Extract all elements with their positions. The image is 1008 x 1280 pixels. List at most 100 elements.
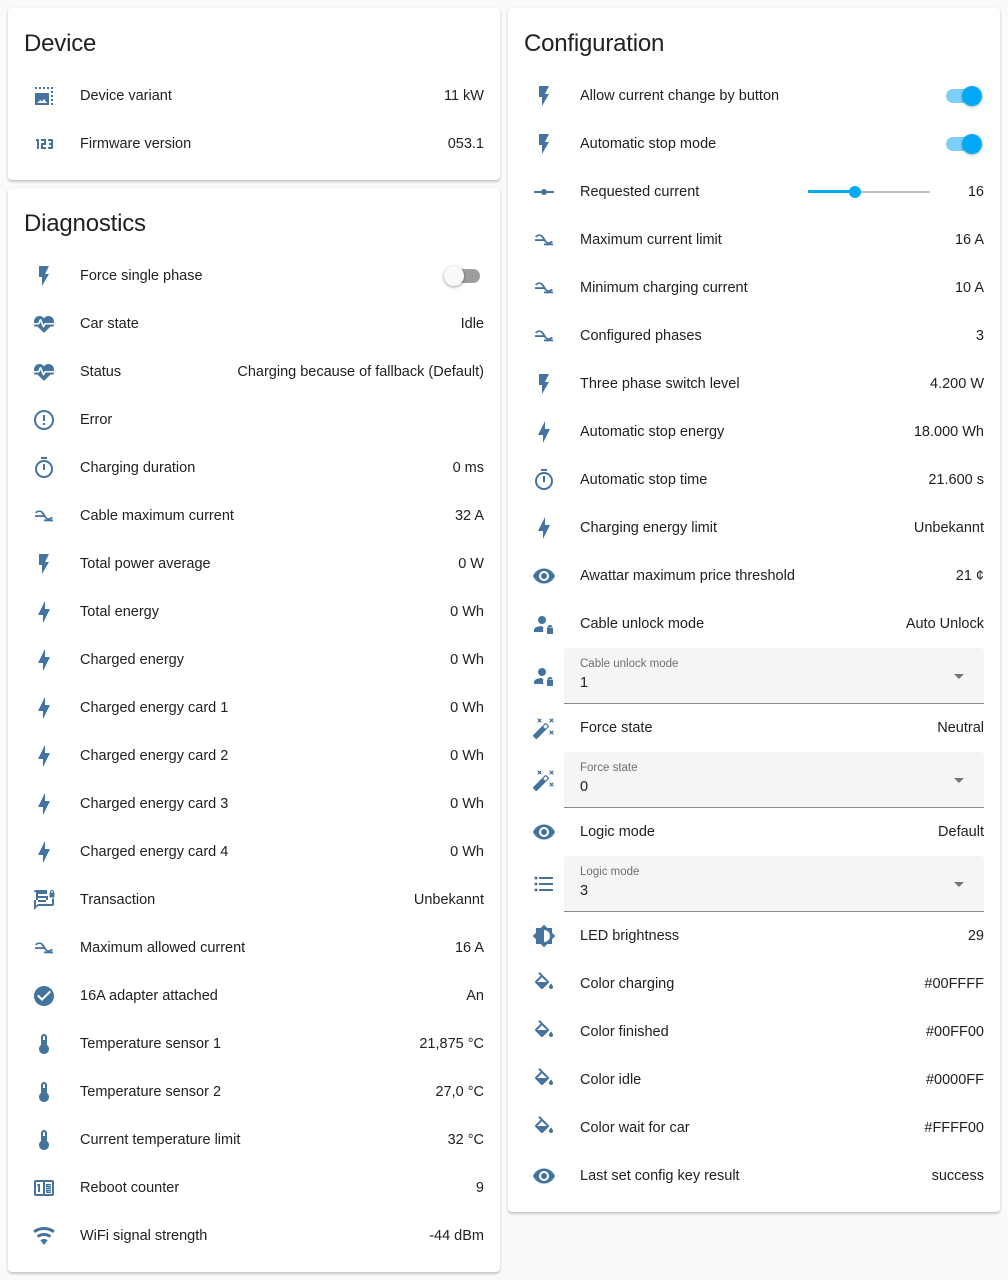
logic-mode-select[interactable]: Logic mode 3: [564, 856, 984, 912]
temperature-sensor-1-row[interactable]: Temperature sensor 1 21,875 °C: [24, 1020, 484, 1068]
row-value: Default: [938, 824, 984, 840]
force-state-select[interactable]: Force state 0: [564, 752, 984, 808]
dropdown-arrow-icon[interactable]: [954, 778, 964, 783]
cable-unlock-mode-row[interactable]: Cable unlock mode Auto Unlock: [524, 600, 984, 648]
row-label: Error: [80, 412, 113, 428]
diagnostics-card: Diagnostics Force single phase Car state…: [8, 188, 500, 1272]
row-label: Charged energy card 2: [80, 748, 229, 764]
status-row[interactable]: Status Charging because of fallback (Def…: [24, 348, 484, 396]
eye-icon: [524, 820, 564, 844]
select-value: 3: [580, 883, 589, 899]
row-value: 053.1: [447, 136, 484, 152]
slider-thumb[interactable]: [848, 186, 861, 198]
lightning-bolt-icon: [24, 744, 64, 768]
charging-duration-row[interactable]: Charging duration 0 ms: [24, 444, 484, 492]
row-value: 16 A: [454, 940, 484, 956]
total-power-average-row[interactable]: Total power average 0 W: [24, 540, 484, 588]
dropdown-arrow-icon[interactable]: [954, 882, 964, 887]
allow-current-change-toggle[interactable]: [944, 86, 982, 106]
wifi-signal-strength-row[interactable]: WiFi signal strength -44 dBm: [24, 1212, 484, 1260]
thermometer-icon: [24, 1032, 64, 1056]
awattar-price-threshold-row[interactable]: Awattar maximum price threshold 21 ¢: [524, 552, 984, 600]
charged-energy-card-4-row[interactable]: Charged energy card 4 0 Wh: [24, 828, 484, 876]
charging-energy-limit-row[interactable]: Charging energy limit Unbekannt: [524, 504, 984, 552]
cable-unlock-mode-select-row: Cable unlock mode 1: [524, 648, 984, 704]
select-value: 1: [580, 675, 589, 691]
allow-current-change-row[interactable]: Allow current change by button: [524, 72, 984, 120]
row-value: 29: [967, 928, 984, 944]
led-brightness-row[interactable]: LED brightness 29: [524, 912, 984, 960]
current-ac-icon: [24, 504, 64, 528]
error-row[interactable]: Error: [24, 396, 484, 444]
row-label: Cable unlock mode: [580, 616, 705, 632]
row-label: Charged energy card 4: [80, 844, 229, 860]
wifi-icon: [24, 1224, 64, 1248]
requested-current-slider[interactable]: [807, 182, 930, 202]
row-label: Automatic stop energy: [580, 424, 725, 440]
force-single-phase-toggle[interactable]: [444, 266, 480, 286]
temperature-sensor-2-row[interactable]: Temperature sensor 2 27,0 °C: [24, 1068, 484, 1116]
automatic-stop-energy-row[interactable]: Automatic stop energy 18.000 Wh: [524, 408, 984, 456]
row-value: 27,0 °C: [435, 1084, 484, 1100]
numeric-icon: [24, 132, 64, 156]
maximum-current-limit-row[interactable]: Maximum current limit 16 A: [524, 216, 984, 264]
ray-vertex-icon: [524, 180, 564, 204]
automatic-stop-mode-row[interactable]: Automatic stop mode: [524, 120, 984, 168]
maximum-allowed-current-row[interactable]: Maximum allowed current 16 A: [24, 924, 484, 972]
reboot-counter-row[interactable]: Reboot counter 9: [24, 1164, 484, 1212]
color-idle-row[interactable]: Color idle #0000FF: [524, 1056, 984, 1104]
row-value: 9: [475, 1180, 484, 1196]
total-energy-row[interactable]: Total energy 0 Wh: [24, 588, 484, 636]
row-label: Charged energy: [80, 652, 184, 668]
last-set-config-key-result-row[interactable]: Last set config key result success: [524, 1152, 984, 1200]
charged-energy-card-1-row[interactable]: Charged energy card 1 0 Wh: [24, 684, 484, 732]
charged-energy-card-2-row[interactable]: Charged energy card 2 0 Wh: [24, 732, 484, 780]
color-charging-row[interactable]: Color charging #00FFFF: [524, 960, 984, 1008]
row-value: -44 dBm: [429, 1228, 484, 1244]
row-value: 0 W: [458, 556, 484, 572]
configuration-card-title: Configuration: [524, 30, 665, 57]
charged-energy-row[interactable]: Charged energy 0 Wh: [24, 636, 484, 684]
three-phase-switch-level-row[interactable]: Three phase switch level 4.200 W: [524, 360, 984, 408]
account-lock-open-icon: [524, 612, 564, 636]
configured-phases-row[interactable]: Configured phases 3: [524, 312, 984, 360]
force-state-row[interactable]: Force state Neutral: [524, 704, 984, 752]
automatic-stop-mode-toggle[interactable]: [944, 134, 982, 154]
logic-mode-row[interactable]: Logic mode Default: [524, 808, 984, 856]
counter-icon: [24, 1176, 64, 1200]
car-state-row[interactable]: Car state Idle: [24, 300, 484, 348]
firmware-version-row[interactable]: Firmware version 053.1: [24, 120, 484, 168]
minimum-charging-current-row[interactable]: Minimum charging current 10 A: [524, 264, 984, 312]
color-finished-row[interactable]: Color finished #00FF00: [524, 1008, 984, 1056]
device-variant-row[interactable]: Device variant 11 kW: [24, 72, 484, 120]
flash-icon: [24, 264, 64, 288]
charged-energy-card-3-row[interactable]: Charged energy card 3 0 Wh: [24, 780, 484, 828]
format-list-bulleted-icon: [524, 872, 564, 896]
transaction-row[interactable]: Transaction Unbekannt: [24, 876, 484, 924]
cable-unlock-mode-select[interactable]: Cable unlock mode 1: [564, 648, 984, 704]
automatic-stop-time-row[interactable]: Automatic stop time 21.600 s: [524, 456, 984, 504]
cable-maximum-current-row[interactable]: Cable maximum current 32 A: [24, 492, 484, 540]
force-single-phase-row[interactable]: Force single phase: [24, 252, 484, 300]
dropdown-arrow-icon[interactable]: [954, 674, 964, 679]
configuration-card: Configuration Allow current change by bu…: [508, 8, 1000, 1212]
row-value: 3: [975, 328, 984, 344]
lightning-bolt-icon: [24, 792, 64, 816]
toggle-thumb: [444, 266, 464, 286]
row-label: Maximum allowed current: [80, 940, 246, 956]
row-label: Car state: [80, 316, 139, 332]
row-label: Force single phase: [80, 268, 203, 284]
lightning-bolt-icon: [24, 648, 64, 672]
row-label: Minimum charging current: [580, 280, 748, 296]
row-label: Color wait for car: [580, 1120, 690, 1136]
current-temperature-limit-row[interactable]: Current temperature limit 32 °C: [24, 1116, 484, 1164]
select-value: 0: [580, 779, 589, 795]
color-wait-for-car-row[interactable]: Color wait for car #FFFF00: [524, 1104, 984, 1152]
eye-icon: [524, 1164, 564, 1188]
format-color-fill-icon: [524, 1020, 564, 1044]
brightness-icon: [524, 924, 564, 948]
row-label: LED brightness: [580, 928, 680, 944]
row-label: Current temperature limit: [80, 1132, 241, 1148]
adapter-attached-row[interactable]: 16A adapter attached An: [24, 972, 484, 1020]
row-value: #00FFFF: [924, 976, 984, 992]
